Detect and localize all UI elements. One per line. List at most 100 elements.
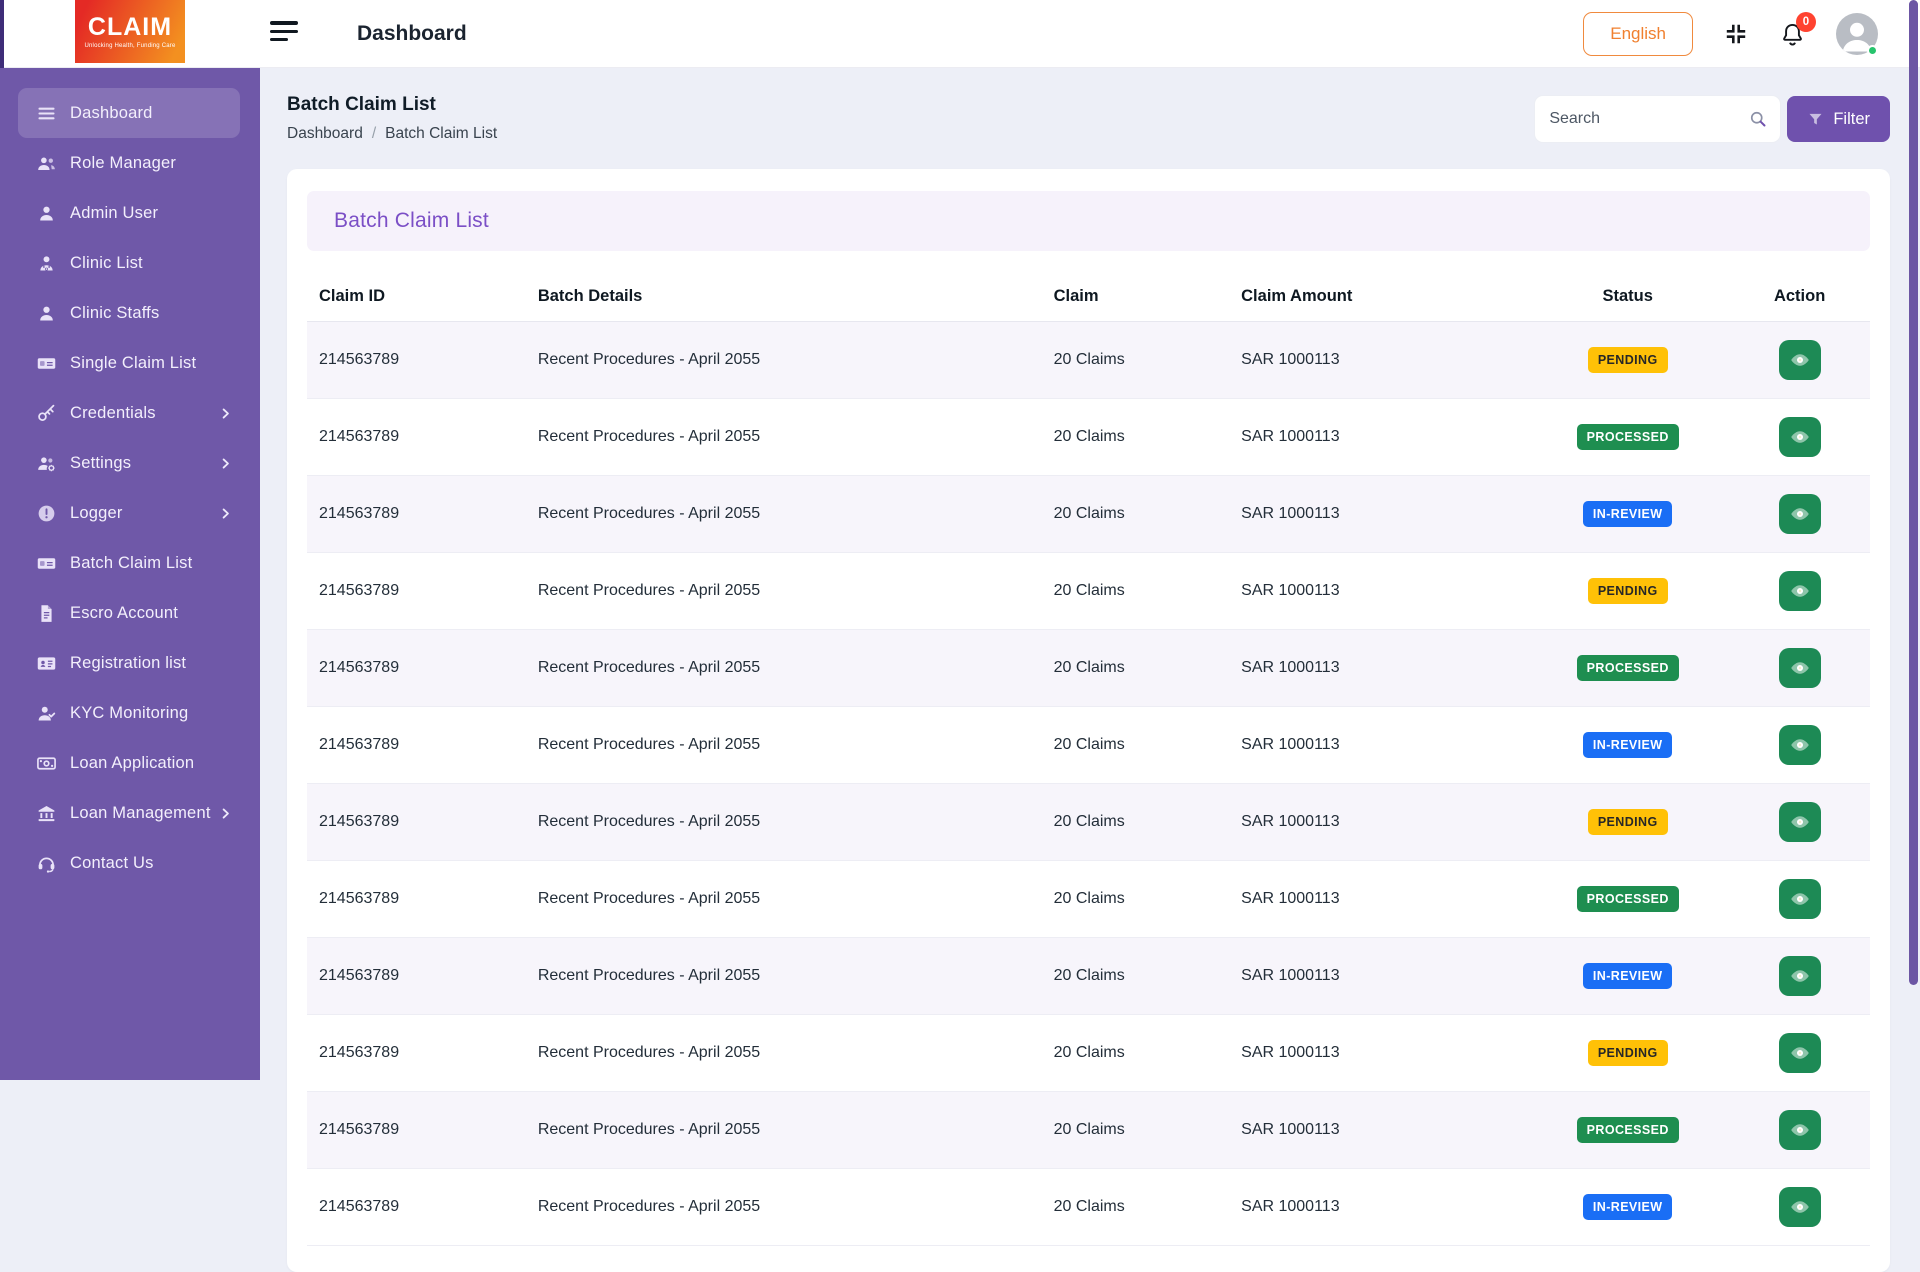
sidebar-item-kyc-monitoring[interactable]: KYC Monitoring	[18, 688, 240, 738]
sidebar-item-label: Loan Application	[70, 754, 194, 773]
eye-icon	[1789, 888, 1811, 910]
card-title: Batch Claim List	[334, 209, 489, 233]
table-row: 214563789Recent Procedures - April 20552…	[307, 630, 1870, 707]
column-header-claim-id: Claim ID	[307, 273, 526, 322]
view-action-button[interactable]	[1779, 802, 1821, 842]
language-button[interactable]: English	[1583, 12, 1693, 56]
view-action-button[interactable]	[1779, 1187, 1821, 1227]
view-action-button[interactable]	[1779, 494, 1821, 534]
batch-details-cell: Recent Procedures - April 2055	[526, 399, 1042, 476]
sidebar-item-contact-us[interactable]: Contact Us	[18, 838, 240, 888]
user-check-icon	[36, 703, 57, 724]
sidebar-item-escro-account[interactable]: Escro Account	[18, 588, 240, 638]
filter-button[interactable]: Filter	[1787, 96, 1890, 142]
topbar-title: Dashboard	[357, 22, 467, 46]
sidebar-item-admin-user[interactable]: Admin User	[18, 188, 240, 238]
eye-icon	[1789, 1042, 1811, 1064]
sidebar-item-logger[interactable]: Logger	[18, 488, 240, 538]
sidebar-item-label: Registration list	[70, 654, 186, 673]
claim-id-cell: 214563789	[307, 784, 526, 861]
sidebar-item-loan-application[interactable]: Loan Application	[18, 738, 240, 788]
view-action-button[interactable]	[1779, 571, 1821, 611]
sidebar-item-label: Credentials	[70, 404, 156, 423]
app-logo[interactable]: CLAIM Unlocking Health, Funding Care	[75, 0, 185, 63]
view-action-button[interactable]	[1779, 340, 1821, 380]
sidebar: Dashboard Role Manager Admin User Clinic Li…	[0, 68, 260, 1080]
sidebar-item-label: Contact Us	[70, 854, 154, 873]
claim-cell: 20 Claims	[1042, 938, 1230, 1015]
claim-amount-cell: SAR 1000113	[1229, 322, 1526, 399]
sidebar-item-credentials[interactable]: Credentials	[18, 388, 240, 438]
claim-amount-cell: SAR 1000113	[1229, 399, 1526, 476]
user-doctor-icon	[36, 253, 57, 274]
breadcrumb-dashboard[interactable]: Dashboard	[287, 125, 363, 143]
table-row: 214563789Recent Procedures - April 20552…	[307, 553, 1870, 630]
claims-table-header-row: Claim IDBatch DetailsClaimClaim AmountSt…	[307, 273, 1870, 322]
sidebar-item-label: Dashboard	[70, 104, 153, 123]
claim-id-cell: 214563789	[307, 707, 526, 784]
sidebar-item-single-claim-list[interactable]: Single Claim List	[18, 338, 240, 388]
view-action-button[interactable]	[1779, 1033, 1821, 1073]
view-action-button[interactable]	[1779, 1110, 1821, 1150]
claim-amount-cell: SAR 1000113	[1229, 630, 1526, 707]
eye-icon	[1789, 349, 1811, 371]
compress-icon[interactable]	[1723, 21, 1749, 47]
batch-details-cell: Recent Procedures - April 2055	[526, 476, 1042, 553]
claims-table: Claim IDBatch DetailsClaimClaim AmountSt…	[307, 273, 1870, 1246]
sidebar-item-settings[interactable]: Settings	[18, 438, 240, 488]
claim-amount-cell: SAR 1000113	[1229, 553, 1526, 630]
eye-icon	[1789, 503, 1811, 525]
sidebar-item-dashboard[interactable]: Dashboard	[18, 88, 240, 138]
sidebar-item-registration-list[interactable]: Registration list	[18, 638, 240, 688]
sidebar-item-label: Clinic Staffs	[70, 304, 159, 323]
batch-details-cell: Recent Procedures - April 2055	[526, 1092, 1042, 1169]
search-input[interactable]	[1535, 96, 1780, 142]
page-scrollbar[interactable]	[1909, 0, 1918, 985]
status-badge: PENDING	[1588, 809, 1668, 836]
table-row: 214563789Recent Procedures - April 20552…	[307, 861, 1870, 938]
table-row: 214563789Recent Procedures - April 20552…	[307, 1092, 1870, 1169]
view-action-button[interactable]	[1779, 648, 1821, 688]
sidebar-item-label: Escro Account	[70, 604, 178, 623]
view-action-button[interactable]	[1779, 956, 1821, 996]
notifications-button[interactable]: 0	[1779, 21, 1806, 48]
claim-cell: 20 Claims	[1042, 784, 1230, 861]
chevron-right-icon	[219, 407, 232, 420]
sidebar-item-role-manager[interactable]: Role Manager	[18, 138, 240, 188]
claim-amount-cell: SAR 1000113	[1229, 1092, 1526, 1169]
column-header-claim-amount: Claim Amount	[1229, 273, 1526, 322]
view-action-button[interactable]	[1779, 417, 1821, 457]
status-badge: PENDING	[1588, 1040, 1668, 1067]
batch-details-cell: Recent Procedures - April 2055	[526, 707, 1042, 784]
claim-cell: 20 Claims	[1042, 322, 1230, 399]
money-check-icon	[36, 553, 57, 574]
search-icon[interactable]	[1748, 109, 1768, 129]
batch-claim-list-card: Batch Claim List Claim IDBatch DetailsCl…	[287, 169, 1890, 1272]
user-icon	[36, 303, 57, 324]
claim-cell: 20 Claims	[1042, 1169, 1230, 1246]
search-box	[1535, 96, 1780, 142]
sidebar-item-batch-claim-list[interactable]: Batch Claim List	[18, 538, 240, 588]
claim-id-cell: 214563789	[307, 861, 526, 938]
status-badge: PROCESSED	[1577, 886, 1679, 913]
claim-cell: 20 Claims	[1042, 630, 1230, 707]
id-card-icon	[36, 653, 57, 674]
sidebar-item-loan-management[interactable]: Loan Management	[18, 788, 240, 838]
user-avatar[interactable]	[1836, 13, 1878, 55]
sidebar-toggle-button[interactable]	[270, 21, 300, 47]
claim-cell: 20 Claims	[1042, 399, 1230, 476]
status-badge: PROCESSED	[1577, 424, 1679, 451]
claim-id-cell: 214563789	[307, 476, 526, 553]
table-row: 214563789Recent Procedures - April 20552…	[307, 938, 1870, 1015]
landmark-icon	[36, 803, 57, 824]
sidebar-item-clinic-staffs[interactable]: Clinic Staffs	[18, 288, 240, 338]
view-action-button[interactable]	[1779, 725, 1821, 765]
breadcrumb-current: Batch Claim List	[385, 125, 497, 143]
view-action-button[interactable]	[1779, 879, 1821, 919]
sidebar-item-clinic-list[interactable]: Clinic List	[18, 238, 240, 288]
claim-id-cell: 214563789	[307, 1169, 526, 1246]
file-icon	[36, 603, 57, 624]
sidebar-item-label: Admin User	[70, 204, 158, 223]
sidebar-item-label: KYC Monitoring	[70, 704, 188, 723]
claim-id-cell: 214563789	[307, 322, 526, 399]
